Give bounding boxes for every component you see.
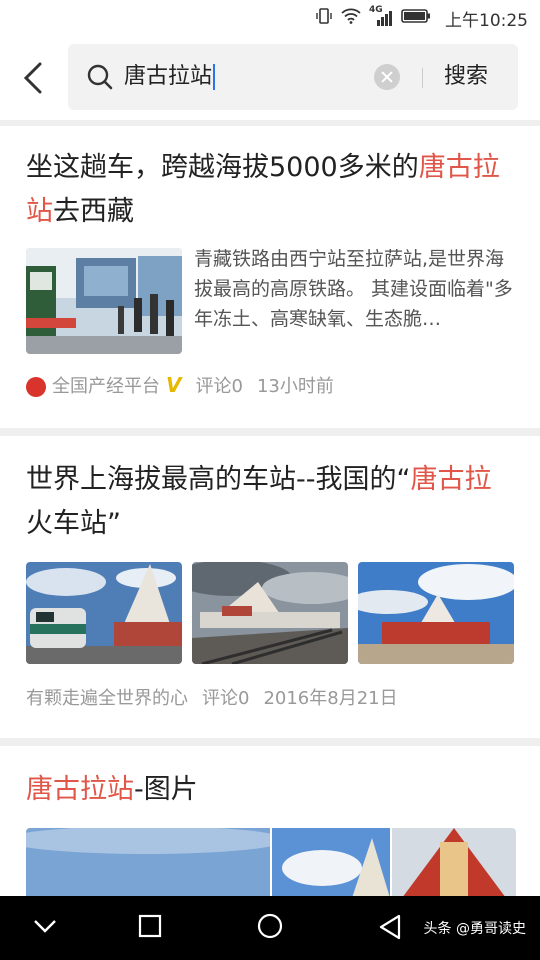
result-title[interactable]: 唐古拉站-图片 xyxy=(26,768,516,812)
title-text: -图片 xyxy=(134,774,198,805)
source-avatar xyxy=(26,377,46,397)
comment-count: 评论0 xyxy=(195,376,243,397)
image-result[interactable] xyxy=(272,828,390,898)
title-highlight: 唐古拉站 xyxy=(26,774,134,805)
result-card-2[interactable]: 世界上海拔最高的车站--我国的“唐古拉火车站” 有颗走遍全世界的心 评论0 20… xyxy=(0,436,540,738)
search-button[interactable]: 搜索 xyxy=(444,62,488,92)
text-cursor xyxy=(213,64,216,90)
search-icon xyxy=(86,63,114,95)
vibrate-icon xyxy=(315,7,333,29)
clear-icon[interactable] xyxy=(374,64,400,90)
publish-time: 2016年8月21日 xyxy=(263,688,398,709)
back-nav-button[interactable] xyxy=(378,914,402,944)
result-card-1[interactable]: 坐这趟车，跨越海拔5000多米的唐古拉站去西藏 青藏铁路由西宁站至拉萨站,是世界… xyxy=(0,126,540,428)
title-highlight: 唐古拉 xyxy=(410,464,492,495)
home-button[interactable] xyxy=(256,912,284,944)
search-input[interactable]: 唐古拉站 xyxy=(124,62,216,92)
verified-badge: V xyxy=(166,373,182,397)
chevron-left-icon xyxy=(23,62,42,94)
title-text: 世界上海拔最高的车站--我国的“ xyxy=(26,464,411,495)
watermark: 头条 @勇哥读史 xyxy=(423,921,526,937)
image-result[interactable] xyxy=(26,828,270,898)
title-text: 火车站” xyxy=(26,508,121,539)
title-text: 坐这趟车，跨越海拔5000多米的 xyxy=(26,152,419,183)
publish-time: 13小时前 xyxy=(256,376,334,397)
wifi-icon xyxy=(341,8,361,28)
chevron-down-icon[interactable] xyxy=(32,918,58,938)
result-meta: 全国产经平台 V 评论0 13小时前 xyxy=(26,372,348,398)
result-snippet: 青藏铁路由西宁站至拉萨站,是世界海拔最高的高原铁路。 其建设面临着"多年冻土、高… xyxy=(194,248,513,330)
result-title[interactable]: 世界上海拔最高的车站--我国的“唐古拉火车站” xyxy=(26,458,516,546)
result-title[interactable]: 坐这趟车，跨越海拔5000多米的唐古拉站去西藏 xyxy=(26,146,516,234)
divider xyxy=(422,68,423,88)
back-button[interactable] xyxy=(18,60,48,96)
result-meta: 有颗走遍全世界的心 评论0 2016年8月21日 xyxy=(26,684,412,710)
clock: 上午10:25 xyxy=(445,10,528,31)
signal-icon: 4G xyxy=(369,5,393,27)
result-thumbnail[interactable] xyxy=(192,562,348,664)
title-text: 去西藏 xyxy=(53,196,134,227)
image-result[interactable] xyxy=(392,828,516,898)
system-nav-bar: 头条 @勇哥读史 xyxy=(0,896,540,960)
search-box[interactable]: 唐古拉站 搜索 xyxy=(68,44,518,110)
recent-apps-button[interactable] xyxy=(138,914,162,942)
search-header: 唐古拉站 搜索 xyxy=(0,36,540,120)
comment-count: 评论0 xyxy=(202,688,250,709)
result-thumbnail[interactable] xyxy=(26,562,182,664)
battery-icon xyxy=(401,8,431,28)
result-card-3[interactable]: 唐古拉站-图片 xyxy=(0,746,540,898)
source-name[interactable]: 有颗走遍全世界的心 xyxy=(26,688,188,709)
result-thumbnail[interactable] xyxy=(26,248,182,354)
search-query-text: 唐古拉站 xyxy=(124,64,213,89)
result-thumbnail[interactable] xyxy=(358,562,514,664)
status-bar: 4G 上午10:25 xyxy=(0,0,540,36)
source-name[interactable]: 全国产经平台 xyxy=(52,376,160,397)
